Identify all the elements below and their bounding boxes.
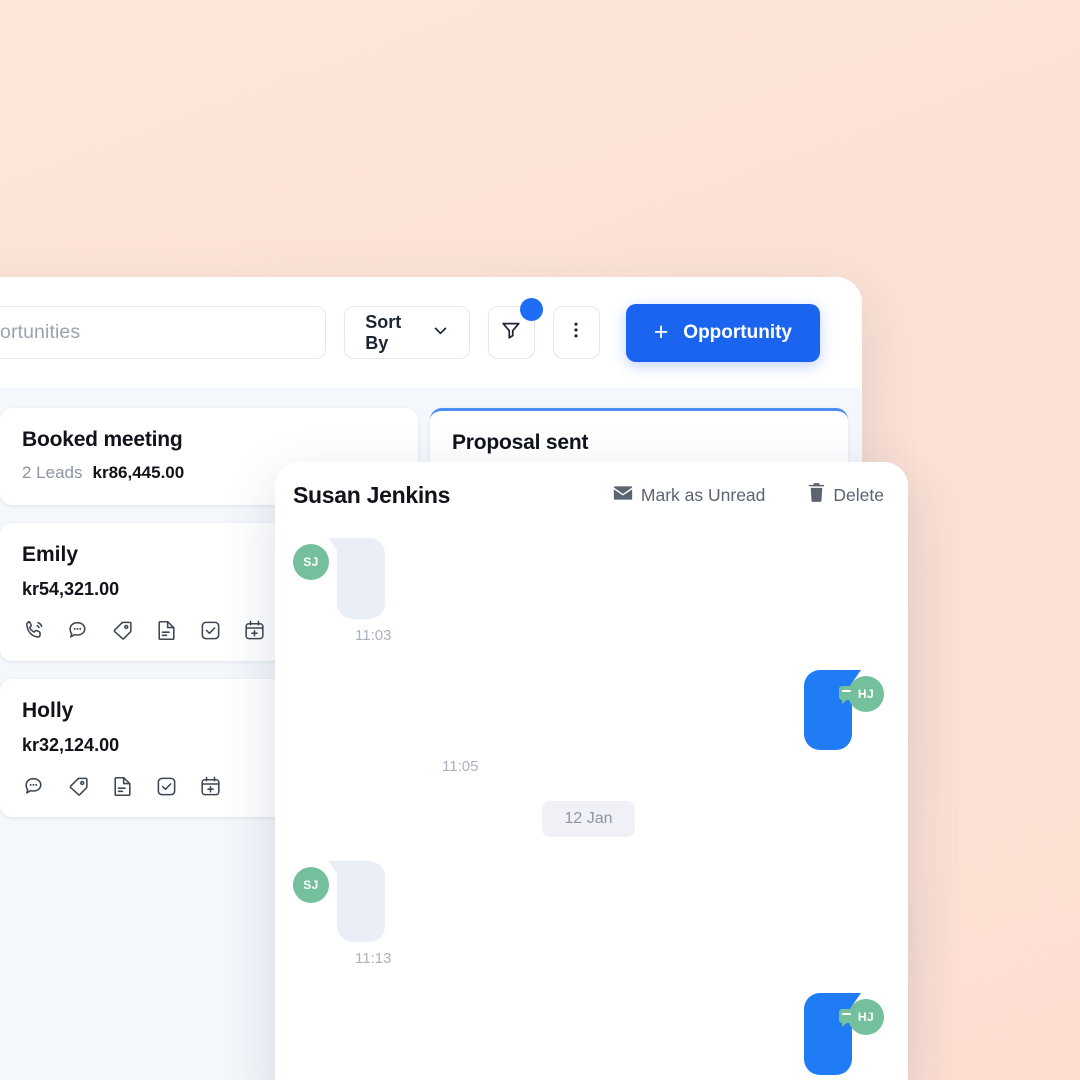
search-placeholder-text: Search Opportunities [0, 321, 81, 343]
tag-icon[interactable] [110, 618, 135, 643]
document-icon[interactable] [110, 774, 135, 799]
avatar: HJ [839, 676, 884, 712]
chevron-down-icon [432, 322, 449, 344]
date-divider: 12 Jan [542, 801, 635, 837]
avatar-initials: HJ [857, 1010, 875, 1024]
mark-as-unread-button[interactable]: Mark as Unread [613, 484, 766, 506]
calendar-add-icon[interactable] [198, 774, 223, 799]
more-options-button[interactable] [552, 306, 600, 359]
chat-bubble-icon[interactable] [22, 774, 47, 799]
chat-message-incoming: SJ [293, 861, 884, 942]
column-title: Booked meeting [22, 428, 183, 451]
sort-by-button[interactable]: Sort By [344, 306, 470, 359]
filter-notification-badge [519, 298, 543, 321]
calendar-add-icon[interactable] [242, 618, 267, 643]
task-checkbox-icon[interactable] [198, 618, 223, 643]
chat-message-outgoing: HJ [293, 670, 884, 750]
delete-button[interactable]: Delete [808, 483, 884, 507]
add-opportunity-button[interactable]: + Opportunity [625, 303, 820, 362]
message-bubble[interactable] [337, 538, 385, 619]
column-leads-count: 2 Leads [22, 463, 83, 482]
avatar: HJ [839, 999, 884, 1035]
column-title: Proposal sent [452, 431, 589, 454]
plus-icon: + [653, 318, 669, 346]
chat-bubble-icon[interactable] [66, 618, 91, 643]
filter-funnel-icon [500, 319, 522, 346]
message-bubble[interactable] [337, 861, 385, 942]
chat-bubble-badge-icon [839, 686, 856, 700]
message-timestamp: 11:03 [355, 627, 392, 644]
chat-panel: Susan Jenkins Mark as Unread Delete SJ 1… [275, 462, 908, 1080]
avatar: SJ [293, 544, 329, 580]
trash-icon [808, 483, 825, 507]
filter-button[interactable] [487, 298, 543, 359]
message-timestamp: 11:13 [355, 950, 392, 967]
search-input[interactable]: Search Opportunities [0, 306, 327, 359]
chat-header-actions: Mark as Unread Delete [613, 483, 884, 507]
message-bubble[interactable] [804, 993, 852, 1075]
chat-message-outgoing: HJ [293, 993, 884, 1075]
delete-label: Delete [833, 484, 884, 505]
chat-header: Susan Jenkins Mark as Unread Delete [275, 462, 908, 528]
toolbar: Search Opportunities Sort By [0, 277, 862, 388]
chat-contact-name: Susan Jenkins [293, 481, 451, 508]
avatar-initials: HJ [857, 687, 875, 701]
sort-by-label: Sort By [365, 311, 402, 353]
message-bubble[interactable] [804, 670, 852, 750]
chat-message-list: SJ 11:03 HJ 11:05 12 Jan SJ 11:13 HJ [275, 528, 908, 1080]
column-amount: kr86,445.00 [92, 463, 185, 482]
chat-message-incoming: SJ [293, 538, 884, 619]
avatar-initials: SJ [303, 555, 319, 569]
message-timestamp: 11:05 [442, 758, 479, 775]
avatar: SJ [293, 867, 329, 903]
chat-bubble-badge-icon [839, 1009, 856, 1023]
document-icon[interactable] [154, 618, 179, 643]
tag-icon[interactable] [66, 774, 91, 799]
avatar-initials: SJ [303, 878, 319, 892]
phone-call-icon[interactable] [22, 618, 47, 643]
mark-as-unread-label: Mark as Unread [640, 484, 766, 505]
envelope-icon [613, 485, 633, 506]
task-checkbox-icon[interactable] [154, 774, 179, 799]
more-vertical-icon [566, 320, 586, 345]
add-opportunity-label: Opportunity [683, 321, 792, 343]
